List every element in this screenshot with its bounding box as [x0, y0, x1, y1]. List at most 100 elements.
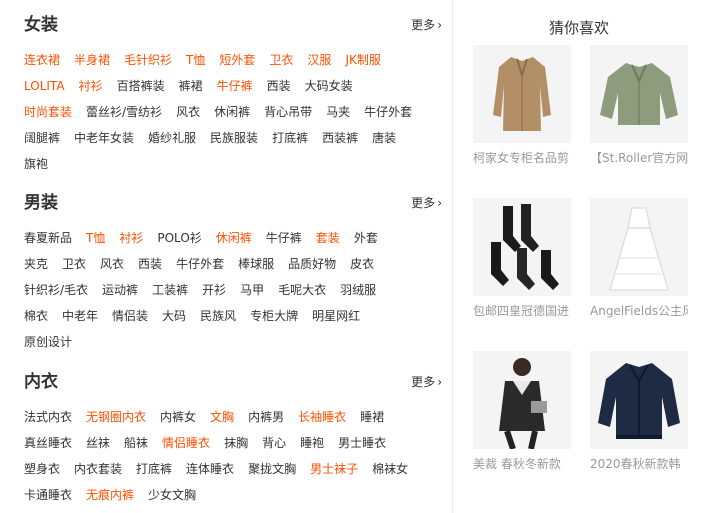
bomber-jacket-image[interactable] — [590, 351, 688, 449]
category-tag-link[interactable]: 套装 — [316, 228, 340, 248]
category-tag-link[interactable]: 背心 — [262, 433, 286, 453]
category-tag-link[interactable]: 明星网红 — [312, 306, 360, 326]
category-tag-link[interactable]: 棉衣 — [24, 306, 48, 326]
category-tag-link[interactable]: 风衣 — [100, 254, 124, 274]
category-tag-link[interactable]: 马夹 — [326, 102, 350, 122]
category-tag-link[interactable]: 塑身衣 — [24, 459, 60, 479]
category-tag-link[interactable]: 卫衣 — [269, 50, 293, 70]
category-tag-link[interactable]: 品质好物 — [288, 254, 336, 274]
category-tag-link[interactable]: 羽绒服 — [340, 280, 376, 300]
more-link-women[interactable]: 更多 › — [411, 18, 442, 32]
category-tag-link[interactable]: 短外套 — [219, 50, 255, 70]
category-tag-link[interactable]: 衬衫 — [79, 76, 103, 96]
category-tag-link[interactable]: 卡通睡衣 — [24, 485, 72, 505]
product-card[interactable]: 美裁 春秋冬新款 — [473, 351, 571, 472]
product-caption[interactable]: AngelFields公主风 — [590, 302, 688, 319]
category-tag-link[interactable]: 婚纱礼服 — [148, 128, 196, 148]
category-tag-link[interactable]: 毛呢大衣 — [278, 280, 326, 300]
category-tag-link[interactable]: 半身裙 — [74, 50, 110, 70]
category-tag-link[interactable]: T恤 — [86, 228, 105, 248]
category-tag-link[interactable]: 抹胸 — [224, 433, 248, 453]
category-tag-link[interactable]: 内裤男 — [248, 407, 284, 427]
category-tag-link[interactable]: JK制服 — [345, 50, 380, 70]
category-tag-link[interactable]: 法式内衣 — [24, 407, 72, 427]
category-tag-link[interactable]: 牛仔裤 — [217, 76, 253, 96]
category-tag-link[interactable]: 连衣裙 — [24, 50, 60, 70]
category-tag-link[interactable]: 情侣睡衣 — [162, 433, 210, 453]
category-tag-link[interactable]: 无痕内裤 — [86, 485, 134, 505]
product-card[interactable]: 【St.Roller官方网 — [590, 45, 688, 166]
category-tag-link[interactable]: 皮衣 — [350, 254, 374, 274]
category-tag-link[interactable]: 裤裙 — [179, 76, 203, 96]
category-tag-link[interactable]: 棒球服 — [238, 254, 274, 274]
product-card[interactable]: 包邮四皇冠德国进 — [473, 198, 571, 319]
category-tag-link[interactable]: 原创设计 — [24, 332, 72, 352]
more-link-underwear[interactable]: 更多 › — [411, 375, 442, 389]
category-tag-link[interactable]: 情侣装 — [112, 306, 148, 326]
category-tag-link[interactable]: 真丝睡衣 — [24, 433, 72, 453]
product-caption[interactable]: 2020春秋新款韩 — [590, 455, 688, 472]
category-tag-link[interactable]: 唐装 — [372, 128, 396, 148]
category-tag-link[interactable]: 旗袍 — [24, 154, 48, 174]
product-caption[interactable]: 柯家女专柜名品剪 — [473, 149, 571, 166]
category-tag-link[interactable]: 背心吊带 — [264, 102, 312, 122]
category-tag-link[interactable]: 卫衣 — [62, 254, 86, 274]
category-tag-link[interactable]: 男士袜子 — [310, 459, 358, 479]
category-tag-link[interactable]: 外套 — [354, 228, 378, 248]
category-tag-link[interactable]: 中老年 — [62, 306, 98, 326]
category-tag-link[interactable]: 牛仔外套 — [364, 102, 412, 122]
more-link-men[interactable]: 更多 › — [411, 196, 442, 210]
category-tag-link[interactable]: 长袖睡衣 — [298, 407, 346, 427]
category-tag-link[interactable]: 夹克 — [24, 254, 48, 274]
category-tag-link[interactable]: 牛仔裤 — [266, 228, 302, 248]
category-tag-link[interactable]: 船袜 — [124, 433, 148, 453]
category-tag-link[interactable]: 牛仔外套 — [176, 254, 224, 274]
category-tag-link[interactable]: 西装 — [267, 76, 291, 96]
category-tag-link[interactable]: 睡袍 — [300, 433, 324, 453]
category-tag-link[interactable]: 睡裙 — [360, 407, 384, 427]
category-tag-link[interactable]: 阔腿裤 — [24, 128, 60, 148]
category-tag-link[interactable]: 蕾丝衫/雪纺衫 — [86, 102, 162, 122]
category-tag-link[interactable]: 休闲裤 — [214, 102, 250, 122]
category-tag-link[interactable]: 休闲裤 — [216, 228, 252, 248]
dress-image[interactable] — [590, 198, 688, 296]
category-tag-link[interactable]: 运动裤 — [102, 280, 138, 300]
jacket-image[interactable] — [590, 45, 688, 143]
category-tag-link[interactable]: 连体睡衣 — [186, 459, 234, 479]
category-tag-link[interactable]: 大码 — [162, 306, 186, 326]
product-caption[interactable]: 美裁 春秋冬新款 — [473, 455, 571, 472]
category-tag-link[interactable]: 时尚套装 — [24, 102, 72, 122]
category-tag-link[interactable]: 打底裤 — [136, 459, 172, 479]
category-tag-link[interactable]: 百搭裤装 — [117, 76, 165, 96]
category-tag-link[interactable]: 男士睡衣 — [338, 433, 386, 453]
category-tag-link[interactable]: 毛针织衫 — [124, 50, 172, 70]
category-tag-link[interactable]: 民族服装 — [210, 128, 258, 148]
category-tag-link[interactable]: 风衣 — [176, 102, 200, 122]
product-card[interactable]: 柯家女专柜名品剪 — [473, 45, 571, 166]
category-tag-link[interactable]: 大码女装 — [305, 76, 353, 96]
category-tag-link[interactable]: 西装 — [138, 254, 162, 274]
category-tag-link[interactable]: 内衣套装 — [74, 459, 122, 479]
model-jacket-image[interactable] — [473, 351, 571, 449]
category-tag-link[interactable]: 工装裤 — [152, 280, 188, 300]
category-tag-link[interactable]: 春夏新品 — [24, 228, 72, 248]
category-tag-link[interactable]: 丝袜 — [86, 433, 110, 453]
category-tag-link[interactable]: POLO衫 — [157, 228, 201, 248]
category-tag-link[interactable]: 专柜大牌 — [250, 306, 298, 326]
socks-image[interactable] — [473, 198, 571, 296]
category-tag-link[interactable]: 民族风 — [200, 306, 236, 326]
product-caption[interactable]: 【St.Roller官方网 — [590, 149, 688, 166]
product-card[interactable]: AngelFields公主风 — [590, 198, 688, 319]
product-card[interactable]: 2020春秋新款韩 — [590, 351, 688, 472]
category-tag-link[interactable]: 马甲 — [240, 280, 264, 300]
category-tag-link[interactable]: 少女文胸 — [148, 485, 196, 505]
category-tag-link[interactable]: 打底裤 — [272, 128, 308, 148]
category-tag-link[interactable]: 聚拢文胸 — [248, 459, 296, 479]
coat-image[interactable] — [473, 45, 571, 143]
category-tag-link[interactable]: 棉袜女 — [372, 459, 408, 479]
category-tag-link[interactable]: 开衫 — [202, 280, 226, 300]
category-tag-link[interactable]: 针织衫/毛衣 — [24, 280, 88, 300]
category-tag-link[interactable]: 衬衫 — [119, 228, 143, 248]
category-tag-link[interactable]: T恤 — [186, 50, 205, 70]
category-tag-link[interactable]: 汉服 — [307, 50, 331, 70]
